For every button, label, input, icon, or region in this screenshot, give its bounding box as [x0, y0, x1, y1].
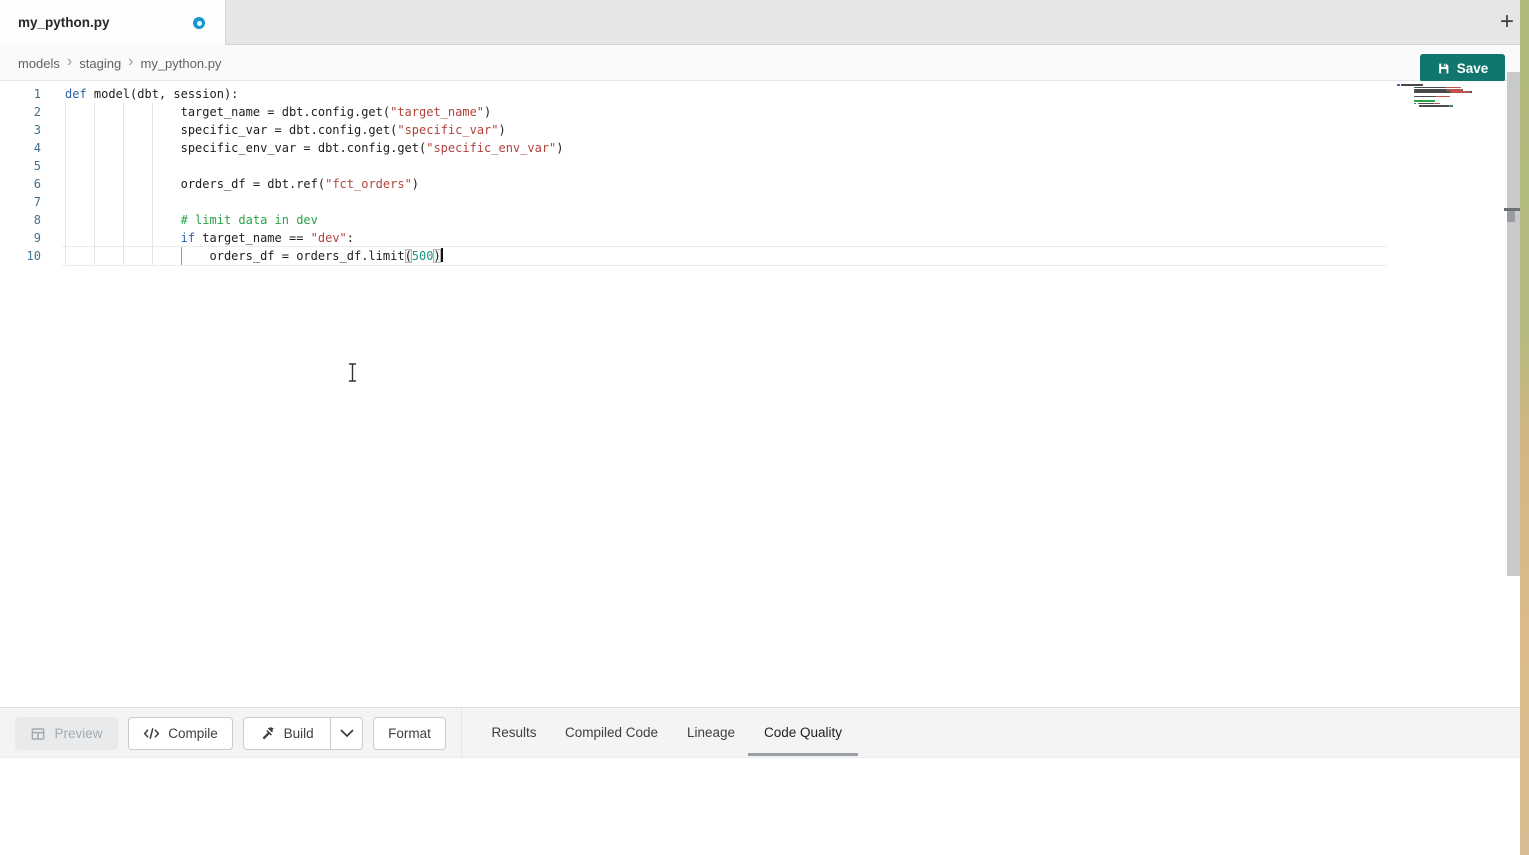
code-lines: 1def model(dbt, session):2 target_name =…	[0, 85, 1390, 265]
file-tab-my-python[interactable]: my_python.py	[0, 0, 226, 45]
code-line[interactable]: 3 specific_var = dbt.config.get("specifi…	[0, 121, 1390, 139]
vertical-scrollbar-track[interactable]	[1507, 72, 1520, 576]
minimap[interactable]	[1397, 84, 1463, 107]
new-tab-button[interactable]: +	[1492, 6, 1522, 38]
toolbar-divider	[461, 708, 462, 758]
code-line[interactable]: 1def model(dbt, session):	[0, 85, 1390, 103]
code-line[interactable]: 6 orders_df = dbt.ref("fct_orders")	[0, 175, 1390, 193]
format-button-label: Format	[388, 726, 431, 741]
build-options-dropdown[interactable]	[330, 718, 362, 749]
vertical-scrollbar-thumb[interactable]	[1507, 211, 1515, 222]
build-split-button: Build	[243, 717, 363, 750]
breadcrumb-item-file[interactable]: my_python.py	[141, 56, 222, 71]
code-line[interactable]: 2 target_name = dbt.config.get("target_n…	[0, 103, 1390, 121]
code-quality-pane	[0, 758, 1520, 855]
chevron-down-icon	[340, 729, 354, 738]
format-button[interactable]: Format	[373, 717, 446, 750]
table-icon	[30, 726, 46, 742]
tab-results[interactable]: Results	[484, 708, 544, 756]
preview-button-label: Preview	[54, 726, 102, 741]
file-tab-title: my_python.py	[18, 15, 110, 30]
floppy-disk-icon	[1437, 62, 1450, 75]
chevron-right-icon: ›	[128, 54, 133, 72]
breadcrumb: models › staging › my_python.py	[18, 45, 221, 81]
build-button-label: Build	[284, 726, 314, 741]
tab-lineage[interactable]: Lineage	[680, 708, 742, 756]
code-line[interactable]: 8 # limit data in dev	[0, 211, 1390, 229]
tab-code-quality[interactable]: Code Quality	[758, 708, 848, 756]
breadcrumb-item-staging[interactable]: staging	[79, 56, 121, 71]
chevron-right-icon: ›	[67, 54, 72, 72]
code-line[interactable]: 5	[0, 157, 1390, 175]
hammer-icon	[261, 726, 276, 741]
preview-button[interactable]: Preview	[15, 717, 118, 750]
compile-button-label: Compile	[168, 726, 218, 741]
code-line[interactable]: 4 specific_env_var = dbt.config.get("spe…	[0, 139, 1390, 157]
breadcrumb-item-models[interactable]: models	[18, 56, 60, 71]
unsaved-changes-dot-icon	[193, 17, 205, 29]
dbt-cloud-ide: my_python.py + models › staging › my_pyt…	[0, 0, 1529, 855]
build-button[interactable]: Build	[244, 718, 330, 749]
compile-button[interactable]: Compile	[128, 717, 233, 750]
file-tab-bar: my_python.py +	[0, 0, 1520, 45]
code-line[interactable]: 9 if target_name == "dev":	[0, 229, 1390, 247]
tab-compiled-code[interactable]: Compiled Code	[560, 708, 663, 756]
editor-caret	[441, 248, 443, 262]
save-button-label: Save	[1457, 61, 1489, 76]
code-editor[interactable]: 1def model(dbt, session):2 target_name =…	[0, 81, 1520, 707]
save-button[interactable]: Save	[1420, 54, 1505, 82]
desktop-wallpaper-strip	[1520, 0, 1529, 855]
active-tab-underline	[748, 753, 858, 756]
bottom-toolbar: Preview Compile Build	[0, 707, 1520, 758]
breadcrumb-bar: models › staging › my_python.py Save	[0, 45, 1520, 81]
ide-window: my_python.py + models › staging › my_pyt…	[0, 0, 1520, 855]
text-cursor-icon	[347, 362, 359, 383]
code-line[interactable]: 10 orders_df = orders_df.limit(500)	[0, 247, 1390, 265]
code-line[interactable]: 7	[0, 193, 1390, 211]
code-icon	[143, 727, 160, 740]
